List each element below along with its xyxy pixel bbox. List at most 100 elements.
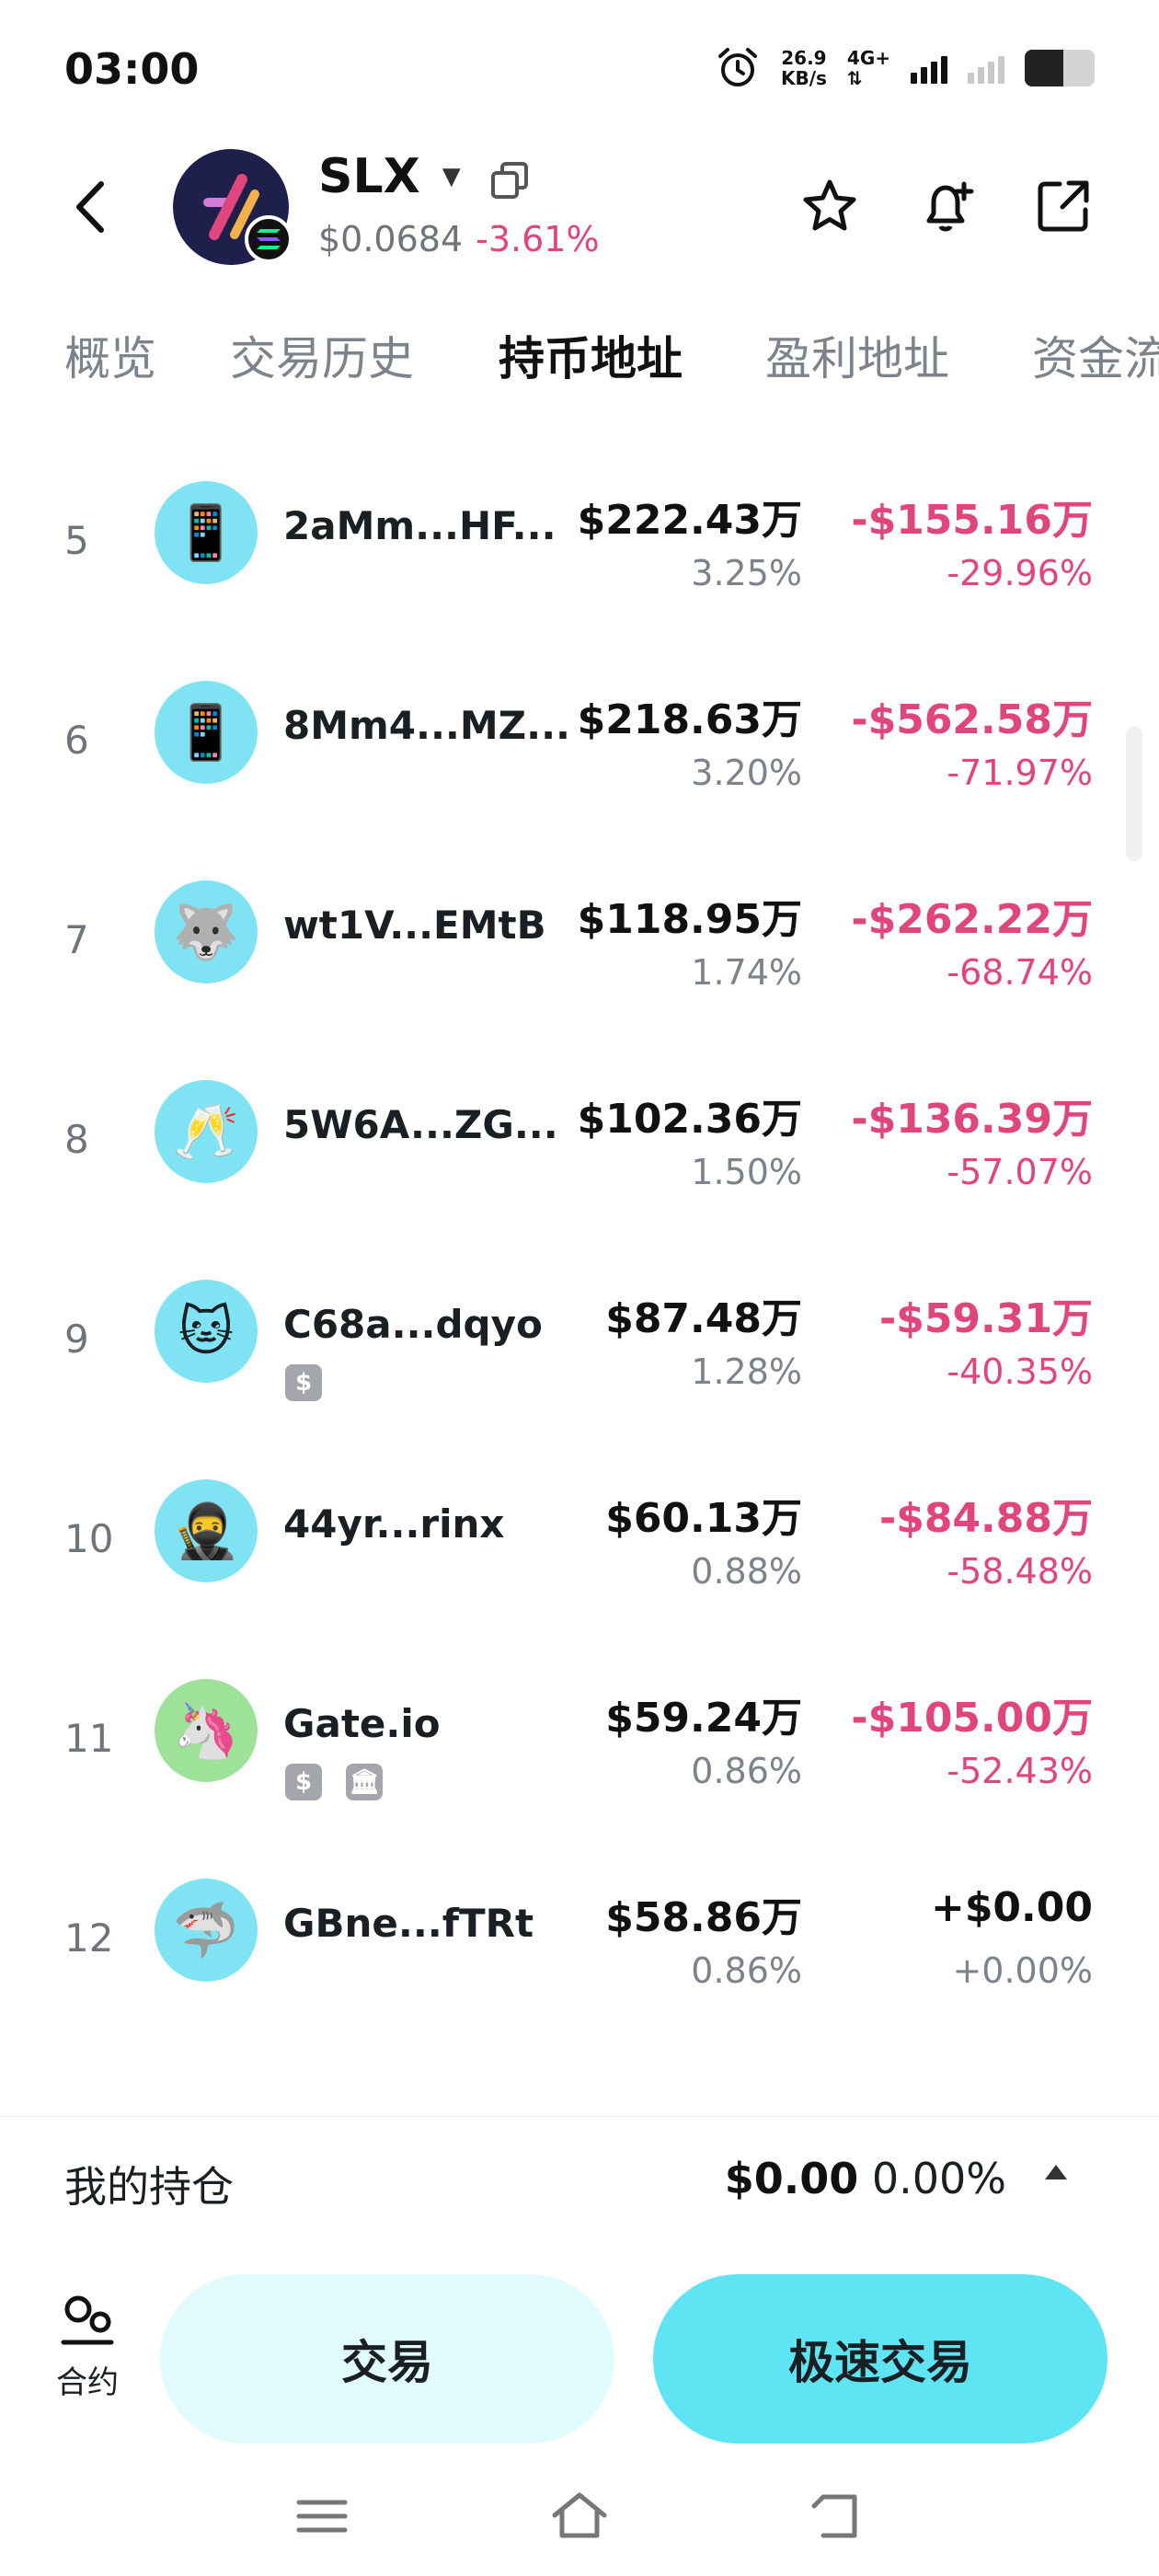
- price-change: -3.61%: [476, 219, 600, 259]
- holding-value: $218.63万: [577, 696, 802, 743]
- pnl-percent: -57.07%: [947, 1152, 1093, 1192]
- holding-percent: 0.86%: [691, 1950, 802, 1991]
- ninja-avatar-icon: 🥷: [155, 1479, 258, 1582]
- shark-avatar-icon: 🦈: [155, 1879, 258, 1982]
- star-icon[interactable]: [798, 175, 861, 237]
- battery-icon: [1025, 50, 1095, 86]
- signal-secondary-icon: [968, 52, 1004, 84]
- holder-address: Gate.io: [283, 1701, 441, 1746]
- holder-list[interactable]: 5 📱 2aMm...HF... $222.43万 3.25% -$155.16…: [0, 442, 1159, 2079]
- holder-address: 44yr...rinx: [283, 1501, 505, 1547]
- tab-overview[interactable]: 概览: [64, 322, 156, 388]
- wolf-avatar-icon: 🐺: [155, 880, 258, 983]
- copy-icon[interactable]: [488, 158, 532, 202]
- pnl-percent: -58.48%: [947, 1551, 1093, 1592]
- pnl-value: -$105.00万: [851, 1695, 1093, 1742]
- pnl-value: +$0.00: [930, 1884, 1093, 1931]
- holding-value: $60.13万: [605, 1495, 802, 1542]
- holder-address: 8Mm4...MZ...: [283, 703, 570, 748]
- list-item[interactable]: 8 🥂 5W6A...ZG... $102.36万 1.50% -$136.39…: [0, 1073, 1159, 1272]
- back-nav-icon[interactable]: [805, 2484, 869, 2548]
- pnl-value: -$155.16万: [851, 497, 1093, 544]
- money-bag-icon: $: [285, 1364, 322, 1401]
- holding-percent: 0.88%: [691, 1551, 802, 1592]
- list-item[interactable]: 5 📱 2aMm...HF... $222.43万 3.25% -$155.16…: [0, 474, 1159, 673]
- holding-percent: 1.74%: [691, 952, 802, 993]
- pnl-percent: -71.97%: [947, 753, 1093, 793]
- contract-icon: [61, 2295, 114, 2345]
- token-symbol: SLX: [318, 149, 420, 204]
- my-position-amount: $0.00: [724, 2154, 859, 2203]
- champagne-avatar-icon: 🥂: [155, 1080, 258, 1183]
- home-icon[interactable]: [547, 2484, 612, 2548]
- holder-rank: 7: [64, 917, 89, 962]
- trade-button[interactable]: 交易: [160, 2274, 614, 2444]
- fast-trade-button[interactable]: 极速交易: [653, 2274, 1107, 2444]
- holder-address: wt1V...EMtB: [283, 903, 546, 948]
- pnl-percent: -29.96%: [947, 553, 1093, 593]
- caret-down-icon: ▼: [442, 163, 461, 190]
- holding-value: $87.48万: [605, 1295, 802, 1342]
- holding-percent: 0.86%: [691, 1751, 802, 1791]
- holding-percent: 1.50%: [691, 1152, 802, 1192]
- bell-add-icon[interactable]: [916, 175, 979, 237]
- token-logo: [173, 149, 293, 265]
- my-position-percent: 0.00%: [871, 2154, 1006, 2203]
- list-item[interactable]: 11 🦄 Gate.io $ 🏛 $59.24万 0.86% -$105.00万…: [0, 1672, 1159, 1871]
- network-type: 4G+ ⇅: [847, 48, 890, 88]
- holder-rank: 12: [64, 1915, 114, 1961]
- caret-up-icon[interactable]: [1045, 2165, 1067, 2179]
- holder-rank: 8: [64, 1117, 89, 1162]
- tab-fund-flow[interactable]: 资金流: [1032, 322, 1159, 388]
- holder-address: C68a...dqyo: [283, 1302, 543, 1347]
- holder-badges: $: [285, 1364, 322, 1401]
- holding-percent: 3.20%: [691, 753, 802, 793]
- pnl-value: -$84.88万: [878, 1495, 1093, 1542]
- phone-avatar-icon: 📱: [155, 681, 258, 784]
- unicorn-avatar-icon: 🦄: [155, 1679, 258, 1782]
- list-item[interactable]: 7 🐺 wt1V...EMtB $118.95万 1.74% -$262.22万…: [0, 873, 1159, 1073]
- pnl-value: -$136.39万: [851, 1096, 1093, 1143]
- action-bar: 合约 交易 极速交易: [0, 2263, 1159, 2447]
- holder-address: 2aMm...HF...: [283, 503, 557, 548]
- pnl-value: -$562.58万: [851, 696, 1093, 743]
- status-icons: 26.9 KB/s 4G+ ⇅: [715, 40, 1095, 96]
- status-bar: 03:00 26.9 KB/s 4G+ ⇅: [0, 0, 1159, 138]
- token-selector[interactable]: SLX ▼: [318, 149, 461, 204]
- network-speed-value: 26.9: [781, 47, 827, 69]
- list-item[interactable]: 9 🐱 C68a...dqyo $ $87.48万 1.28% -$59.31万…: [0, 1272, 1159, 1472]
- list-item[interactable]: 10 🥷 44yr...rinx $60.13万 0.88% -$84.88万 …: [0, 1472, 1159, 1672]
- status-time: 03:00: [64, 44, 200, 94]
- tab-profitable-addresses[interactable]: 盈利地址: [765, 322, 949, 388]
- back-icon[interactable]: [64, 175, 120, 239]
- holder-rank: 11: [64, 1716, 114, 1761]
- holder-address: 5W6A...ZG...: [283, 1102, 558, 1147]
- network-speed: 26.9 KB/s: [781, 48, 827, 88]
- alarm-icon: [717, 48, 757, 86]
- price-line: $0.0684 -3.61%: [318, 219, 600, 259]
- tab-trade-history[interactable]: 交易历史: [230, 322, 414, 388]
- holder-rank: 10: [64, 1516, 114, 1561]
- tab-bar: 概览 交易历史 持币地址 盈利地址 资金流: [0, 322, 1159, 396]
- exchange-bank-icon: 🏛: [346, 1764, 383, 1800]
- money-bag-icon: $: [285, 1764, 322, 1800]
- token-header: SLX ▼ $0.0684 -3.61%: [0, 138, 1159, 276]
- list-item[interactable]: 6 📱 8Mm4...MZ... $218.63万 3.20% -$562.58…: [0, 673, 1159, 873]
- phone-avatar-icon: 📱: [155, 481, 258, 584]
- holder-address: GBne...fTRt: [283, 1901, 534, 1946]
- holding-value: $118.95万: [577, 896, 802, 943]
- menu-icon[interactable]: [290, 2484, 354, 2548]
- pnl-percent: -40.35%: [947, 1351, 1093, 1392]
- list-item[interactable]: 12 🦈 GBne...fTRt $58.86万 0.86% +$0.00 +0…: [0, 1871, 1159, 2071]
- my-position-bar[interactable]: 我的持仓 $0.00 0.00%: [0, 2116, 1159, 2245]
- share-icon[interactable]: [1032, 175, 1095, 237]
- pnl-percent: -52.43%: [947, 1751, 1093, 1791]
- my-position-value: $0.00 0.00%: [725, 2154, 1006, 2203]
- signal-icon: [911, 52, 947, 84]
- scrollbar[interactable]: [1126, 727, 1142, 861]
- tab-holders[interactable]: 持币地址: [499, 322, 683, 388]
- holding-percent: 1.28%: [691, 1351, 802, 1392]
- pnl-percent: +0.00%: [952, 1950, 1093, 1991]
- holding-value: $58.86万: [605, 1894, 802, 1941]
- contract-button[interactable]: 合约: [46, 2291, 129, 2402]
